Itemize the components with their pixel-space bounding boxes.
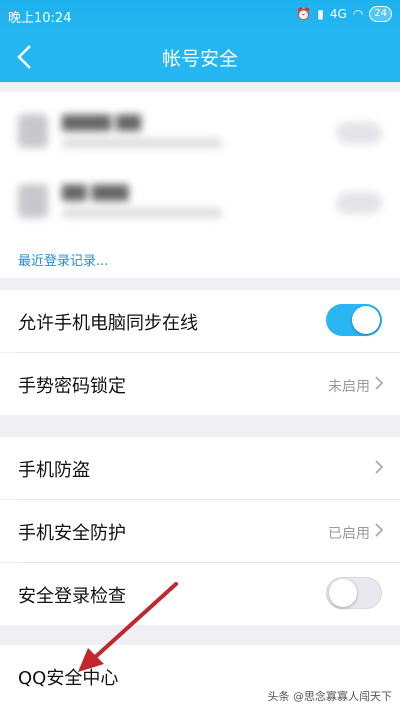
watermark: 头条 @思念寡寡人闯天下 (267, 690, 393, 703)
annotation-arrow-icon (78, 582, 178, 672)
